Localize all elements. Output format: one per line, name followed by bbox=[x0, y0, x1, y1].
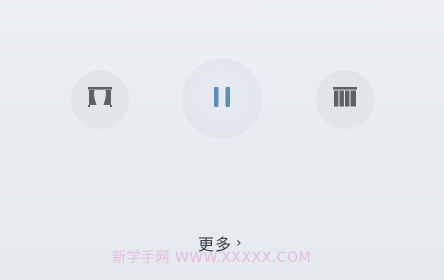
more-link[interactable]: 更多 › bbox=[198, 232, 243, 254]
open-curtain-button[interactable] bbox=[71, 70, 129, 128]
curtain-open-icon bbox=[87, 86, 113, 112]
curtain-closed-icon bbox=[332, 86, 358, 112]
pause-button[interactable] bbox=[181, 58, 263, 140]
pause-icon bbox=[210, 85, 234, 113]
more-label: 更多 bbox=[198, 235, 233, 254]
close-curtain-button[interactable] bbox=[316, 70, 374, 128]
curtain-controls bbox=[0, 54, 444, 144]
curtain-control-screen: { "controls": { "open_icon": "curtain-op… bbox=[0, 0, 444, 280]
chevron-right-icon: › bbox=[236, 235, 243, 251]
